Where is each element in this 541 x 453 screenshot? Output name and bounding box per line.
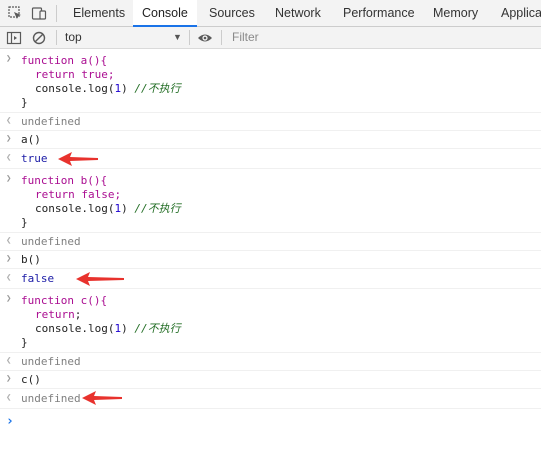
output-chevron-icon: ❮ bbox=[6, 236, 12, 246]
output-chevron-icon: ❮ bbox=[6, 273, 12, 283]
code-text: function c(){ bbox=[21, 294, 108, 307]
code-text: console.log( bbox=[35, 202, 115, 215]
console-input-entry: ❯ function a(){ return true; console.log… bbox=[0, 49, 541, 113]
console-output-entry: ❮ undefined bbox=[0, 113, 541, 131]
red-arrow-annotation bbox=[82, 391, 122, 405]
inspect-element-icon[interactable] bbox=[7, 5, 23, 21]
code-comment: //不执行 bbox=[134, 202, 181, 215]
output-chevron-icon: ❮ bbox=[6, 356, 12, 366]
console-prompt[interactable]: › bbox=[0, 409, 541, 433]
output-value: false bbox=[21, 272, 55, 285]
output-chevron-icon: ❮ bbox=[6, 393, 12, 403]
code-value: false; bbox=[74, 188, 122, 201]
toolbar-divider bbox=[56, 30, 57, 45]
code-text: } bbox=[21, 216, 28, 229]
code-text: console.log( bbox=[35, 82, 115, 95]
code-keyword: return bbox=[35, 68, 75, 81]
red-arrow-annotation bbox=[76, 272, 124, 286]
console-output-entry: ❮ false bbox=[0, 269, 541, 289]
output-value: true bbox=[21, 152, 48, 165]
console-input-entry: ❯ c() bbox=[0, 371, 541, 389]
code-text: } bbox=[21, 96, 28, 109]
code-value: ; bbox=[74, 308, 82, 321]
filter-input[interactable]: Filter bbox=[232, 27, 259, 48]
clear-console-icon[interactable] bbox=[31, 30, 47, 46]
input-chevron-icon: ❯ bbox=[6, 134, 12, 144]
code-text: console.log( bbox=[35, 322, 115, 335]
console-output-entry: ❮ true bbox=[0, 149, 541, 169]
toolbar-divider bbox=[221, 30, 222, 45]
console-toolbar: top ▼ Filter bbox=[0, 27, 541, 49]
output-value: undefined bbox=[21, 115, 81, 128]
tab-elements[interactable]: Elements bbox=[64, 0, 134, 27]
toolbar-divider bbox=[189, 30, 190, 45]
code-text: a() bbox=[21, 133, 41, 146]
code-text: ) bbox=[121, 82, 128, 95]
tab-memory[interactable]: Memory bbox=[424, 0, 487, 27]
console-input-entry: ❯ a() bbox=[0, 131, 541, 149]
tab-application[interactable]: Applicat bbox=[492, 0, 541, 27]
devtools-tabbar: Elements Console Sources Network Perform… bbox=[0, 0, 541, 27]
code-text: b() bbox=[21, 253, 41, 266]
code-text: function b(){ bbox=[21, 174, 108, 187]
code-text: c() bbox=[21, 373, 41, 386]
context-selector[interactable]: top bbox=[65, 27, 82, 48]
red-arrow-annotation bbox=[58, 152, 98, 166]
output-value: undefined bbox=[21, 392, 81, 405]
output-chevron-icon: ❮ bbox=[6, 116, 12, 126]
show-sidebar-icon[interactable] bbox=[6, 30, 22, 46]
code-comment: //不执行 bbox=[134, 82, 181, 95]
tab-performance[interactable]: Performance bbox=[334, 0, 424, 27]
tab-sources[interactable]: Sources bbox=[200, 0, 264, 27]
output-value: undefined bbox=[21, 235, 81, 248]
code-comment: //不执行 bbox=[134, 322, 181, 335]
console-input-entry: ❯ b() bbox=[0, 251, 541, 269]
console-input-entry: ❯ function b(){ return false; console.lo… bbox=[0, 169, 541, 233]
code-keyword: return bbox=[35, 308, 75, 321]
prompt-chevron-icon: › bbox=[6, 414, 14, 429]
tab-network[interactable]: Network bbox=[266, 0, 330, 27]
code-value: true; bbox=[74, 68, 115, 81]
code-text: } bbox=[21, 336, 28, 349]
device-toolbar-icon[interactable] bbox=[31, 5, 47, 21]
console-input-entry: ❯ function c(){ return; console.log(1) /… bbox=[0, 289, 541, 353]
input-chevron-icon: ❯ bbox=[6, 174, 12, 184]
input-chevron-icon: ❯ bbox=[6, 374, 12, 384]
input-chevron-icon: ❯ bbox=[6, 254, 12, 264]
code-keyword: return bbox=[35, 188, 75, 201]
code-text: ) bbox=[121, 322, 128, 335]
console-output-entry: ❮ undefined bbox=[0, 233, 541, 251]
code-text: ) bbox=[121, 202, 128, 215]
input-chevron-icon: ❯ bbox=[6, 54, 12, 64]
console-output-entry: ❮ undefined bbox=[0, 353, 541, 371]
output-chevron-icon: ❮ bbox=[6, 153, 12, 163]
output-value: undefined bbox=[21, 355, 81, 368]
console-output-entry: ❮ undefined bbox=[0, 389, 541, 409]
context-dropdown-icon[interactable]: ▼ bbox=[173, 27, 182, 48]
live-expression-eye-icon[interactable] bbox=[197, 30, 213, 46]
console-output: ❯ function a(){ return true; console.log… bbox=[0, 49, 541, 453]
input-chevron-icon: ❯ bbox=[6, 294, 12, 304]
toolbar-divider bbox=[56, 5, 57, 22]
tab-console[interactable]: Console bbox=[133, 0, 197, 27]
code-text: function a(){ bbox=[21, 54, 108, 67]
